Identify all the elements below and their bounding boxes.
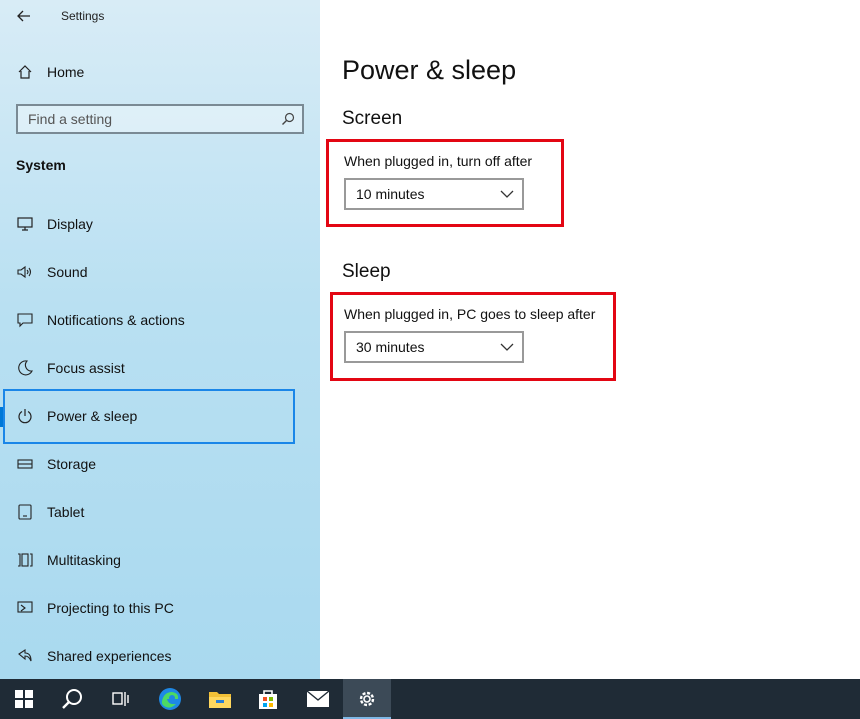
edge-button[interactable] <box>146 679 194 719</box>
sidebar-item-tablet[interactable]: Tablet <box>0 492 300 532</box>
projecting-icon <box>16 599 34 617</box>
edge-icon <box>159 688 181 710</box>
mail-button[interactable] <box>294 679 342 719</box>
file-explorer-button[interactable] <box>196 679 244 719</box>
sidebar-item-shared-experiences[interactable]: Shared experiences <box>0 636 300 676</box>
task-view-icon <box>112 692 129 706</box>
focus-highlight <box>3 389 295 444</box>
taskbar-search-button[interactable] <box>48 679 96 719</box>
sidebar-item-storage[interactable]: Storage <box>0 444 300 484</box>
sleep-heading: Sleep <box>342 261 391 282</box>
monitor-icon <box>16 215 34 233</box>
sidebar: Settings Home Find a setting System Disp… <box>0 0 320 679</box>
screen-heading: Screen <box>342 108 403 129</box>
search-input[interactable]: Find a setting <box>16 104 304 134</box>
nav-home[interactable]: Home <box>0 56 300 88</box>
tablet-icon <box>16 503 34 521</box>
sidebar-item-projecting[interactable]: Projecting to this PC <box>0 588 300 628</box>
notification-icon <box>16 311 34 329</box>
settings-taskbar-button[interactable] <box>343 679 391 719</box>
home-icon <box>16 63 34 81</box>
sidebar-item-multitasking[interactable]: Multitasking <box>0 540 300 580</box>
sidebar-item-label: Tablet <box>47 504 85 520</box>
multitasking-icon <box>16 551 34 569</box>
sidebar-item-sound[interactable]: Sound <box>0 252 300 292</box>
store-button[interactable] <box>244 679 292 719</box>
section-title-system: System <box>16 157 66 173</box>
window-title: Settings <box>61 9 105 23</box>
main-content: Power & sleep Screen When plugged in, tu… <box>320 0 860 679</box>
mail-icon <box>306 690 330 707</box>
settings-gear-icon <box>359 691 375 707</box>
sidebar-item-display[interactable]: Display <box>0 204 300 244</box>
title-bar: Settings <box>0 0 320 32</box>
sidebar-item-focus-assist[interactable]: Focus assist <box>0 348 300 388</box>
sidebar-item-label: Storage <box>47 456 97 472</box>
screen-timeout-value: 10 minutes <box>356 186 425 202</box>
sidebar-item-label: Focus assist <box>47 360 125 376</box>
sidebar-item-label: Shared experiences <box>47 648 172 664</box>
screen-timeout-dropdown[interactable]: 10 minutes <box>344 178 524 210</box>
start-button[interactable] <box>0 679 48 719</box>
page-title: Power & sleep <box>342 55 517 85</box>
chevron-down-icon <box>500 343 514 351</box>
sidebar-item-label: Projecting to this PC <box>47 600 174 616</box>
back-arrow-icon <box>17 10 30 22</box>
speaker-icon <box>16 263 34 281</box>
taskbar <box>0 679 860 719</box>
storage-icon <box>16 455 34 473</box>
sidebar-item-label: Sound <box>47 264 88 280</box>
sleep-timeout-label: When plugged in, PC goes to sleep after <box>344 306 596 322</box>
nav-home-label: Home <box>47 64 85 80</box>
search-icon[interactable] <box>281 112 295 126</box>
moon-icon <box>16 359 34 377</box>
sidebar-item-label: Notifications & actions <box>47 312 185 328</box>
shared-icon <box>16 647 34 665</box>
file-explorer-icon <box>209 692 231 708</box>
sidebar-item-label: Multitasking <box>47 552 121 568</box>
windows-start-icon <box>15 690 33 708</box>
sidebar-item-notifications[interactable]: Notifications & actions <box>0 300 300 340</box>
chevron-down-icon <box>500 190 514 198</box>
sleep-timeout-dropdown[interactable]: 30 minutes <box>344 331 524 363</box>
sleep-timeout-value: 30 minutes <box>356 339 425 355</box>
task-view-button[interactable] <box>96 679 144 719</box>
search-placeholder: Find a setting <box>28 111 113 127</box>
back-button[interactable] <box>12 4 36 28</box>
store-icon <box>259 690 277 709</box>
sidebar-item-label: Display <box>47 216 93 232</box>
search-icon <box>62 689 82 709</box>
screen-timeout-label: When plugged in, turn off after <box>344 153 533 169</box>
